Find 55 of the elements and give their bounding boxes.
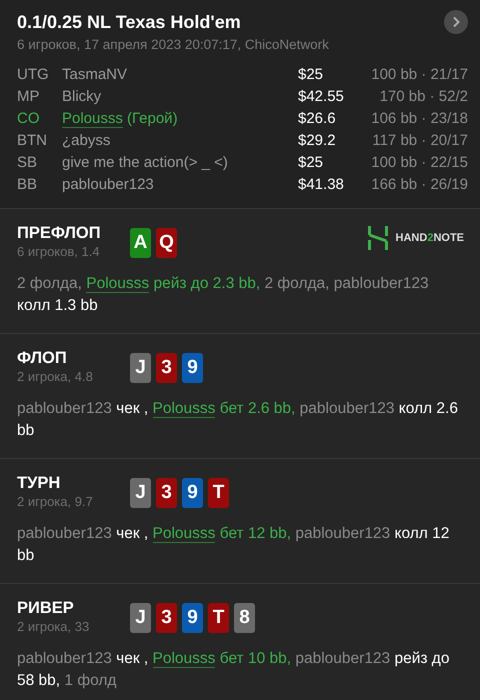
player-stack: $25 — [298, 65, 324, 85]
chevron-right-icon — [451, 16, 461, 28]
player-stats: 100 bb · 21/17 — [370, 65, 468, 85]
player-position: BTN — [17, 131, 48, 151]
playing-card: 3 — [156, 603, 177, 633]
player-stats: 166 bb · 26/19 — [370, 175, 468, 195]
hand-subtitle: 6 игроков, 17 апреля 2023 20:07:17, ChicoNetwork — [17, 37, 330, 52]
player-name: Blicky — [62, 87, 102, 107]
logo-text: HAND2NOTE — [396, 232, 464, 244]
street-info: 2 игрока, 33 — [17, 619, 90, 634]
action-summary: pablouber123 чек , Polousss бет 2.6 bb, pablouber123 колл 2.6 bb — [17, 399, 459, 441]
playing-card: 9 — [182, 478, 203, 508]
street-info: 2 игрока, 9.7 — [17, 494, 94, 509]
player-stats: 117 bb · 20/17 — [371, 131, 468, 151]
player-stack: $29.2 — [298, 131, 337, 151]
player-stats: 106 bb · 23/18 — [370, 109, 468, 129]
playing-card: 3 — [156, 353, 177, 383]
playing-card: 3 — [156, 478, 177, 508]
street-info: 6 игроков, 1.4 — [17, 244, 101, 259]
next-button[interactable] — [444, 10, 468, 34]
player-name: Polousss (Герой) — [62, 109, 179, 130]
street-title: ПРЕФЛОП — [17, 224, 102, 243]
player-name: TasmaNV — [62, 65, 128, 85]
action-summary: pablouber123 чек , Polousss бет 10 bb, pablouber123 рейз до 58 bb, 1 фолд — [17, 649, 450, 691]
playing-card: Q — [156, 228, 177, 258]
street-title: ТУРН — [17, 474, 62, 493]
player-name: ¿abyss — [62, 131, 112, 151]
player-name: give me the action(> _ <) — [62, 153, 229, 173]
playing-card: 9 — [182, 603, 203, 633]
player-stack: $41.38 — [298, 175, 345, 195]
player-position: UTG — [17, 65, 50, 85]
street-info: 2 игрока, 4.8 — [17, 369, 94, 384]
player-stack: $25 — [298, 153, 324, 173]
hand-title: 0.1/0.25 NL Texas Hold'em — [17, 12, 241, 32]
playing-card: J — [130, 353, 151, 383]
player-stack: $42.55 — [298, 87, 345, 107]
player-position: CO — [17, 109, 40, 129]
player-position: MP — [17, 87, 40, 107]
action-summary: 2 фолда, Polousss рейз до 2.3 bb, 2 фолда, pablouber123 колл 1.3 bb — [17, 274, 430, 316]
playing-card: J — [130, 478, 151, 508]
player-position: SB — [17, 153, 38, 173]
playing-card: T — [208, 478, 229, 508]
playing-card: 8 — [234, 603, 255, 633]
action-summary: pablouber123 чек , Polousss бет 12 bb, pablouber123 колл 12 bb — [17, 524, 450, 566]
player-stats: 170 bb · 52/2 — [378, 87, 468, 107]
player-position: BB — [17, 175, 38, 195]
street-title: РИВЕР — [17, 599, 75, 618]
player-name: pablouber123 — [62, 175, 155, 195]
street-title: ФЛОП — [17, 349, 68, 368]
playing-card: J — [130, 603, 151, 633]
playing-card: A — [130, 228, 151, 258]
player-stats: 100 bb · 22/15 — [370, 153, 468, 173]
playing-card: T — [208, 603, 229, 633]
player-stack: $26.6 — [298, 109, 337, 129]
playing-card: 9 — [182, 353, 203, 383]
